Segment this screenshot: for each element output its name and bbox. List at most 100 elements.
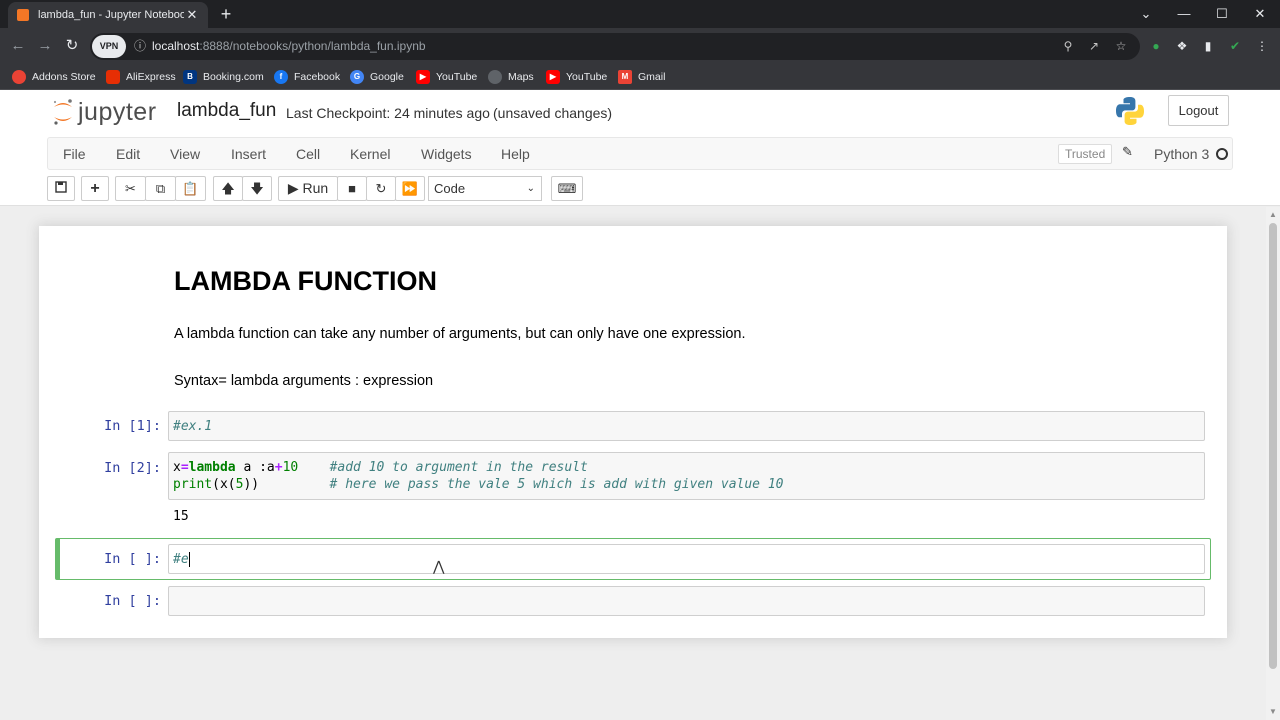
site-info-icon[interactable]: ⓘ xyxy=(132,38,148,54)
scroll-down-arrow-icon[interactable]: ▼ xyxy=(1269,707,1277,716)
cut-button[interactable]: ✂ xyxy=(115,176,146,201)
bookmark-booking[interactable]: B Booking.com xyxy=(183,69,264,85)
copy-icon: ⧉ xyxy=(155,181,166,196)
menu-edit[interactable]: Edit xyxy=(116,146,140,162)
google-icon: G xyxy=(350,70,364,84)
paste-icon: 📋 xyxy=(182,181,199,196)
tab-search-icon[interactable]: ⌄ xyxy=(1128,0,1164,28)
edit-mode-pencil-icon: ✎ xyxy=(1122,144,1133,159)
bookmark-maps[interactable]: Maps xyxy=(488,69,534,85)
youtube-icon: ▶ xyxy=(546,70,560,84)
paste-button[interactable]: 📋 xyxy=(175,176,206,201)
booking-icon: B xyxy=(183,70,197,84)
menu-kernel[interactable]: Kernel xyxy=(350,146,390,162)
notebook-name[interactable]: lambda_fun xyxy=(177,100,276,122)
maximize-button[interactable]: ☐ xyxy=(1204,0,1240,28)
command-palette-button[interactable]: ⌨ xyxy=(551,176,583,201)
autosave-status: (unsaved changes) xyxy=(493,105,613,121)
markdown-paragraph: A lambda function can take any number of… xyxy=(174,326,746,342)
bookmark-aliexpress[interactable]: AliExpress xyxy=(106,69,176,85)
arrow-up-icon: 🡅 xyxy=(221,181,235,196)
scroll-up-arrow-icon[interactable]: ▲ xyxy=(1269,210,1277,219)
save-button[interactable] xyxy=(47,176,75,201)
restart-icon: ↻ xyxy=(375,181,387,196)
cell-prompt: In [1]: xyxy=(104,418,161,434)
trusted-indicator[interactable]: Trusted xyxy=(1058,144,1113,164)
move-down-button[interactable]: 🡇 xyxy=(242,176,272,201)
menu-file[interactable]: File xyxy=(63,146,86,162)
zoom-icon[interactable]: ⚲ xyxy=(1060,38,1076,54)
code-cell-input[interactable]: #ex.1 xyxy=(168,411,1205,441)
logout-button[interactable]: Logout xyxy=(1168,95,1229,126)
page-scrollbar[interactable]: ▲ ▼ xyxy=(1266,207,1280,720)
code-cell-input[interactable]: x=lambda a :a+10 #add 10 to argument in … xyxy=(168,452,1205,500)
kernel-name[interactable]: Python 3 xyxy=(1154,146,1209,162)
bookmark-addons-store[interactable]: Addons Store xyxy=(12,69,96,85)
insert-cell-button[interactable]: + xyxy=(81,176,109,201)
cell-output: 15 xyxy=(173,509,189,524)
checkpoint-status: Last Checkpoint: 24 minutes ago xyxy=(286,105,490,121)
plus-icon: + xyxy=(90,180,100,197)
browser-tab[interactable]: lambda_fun - Jupyter Notebook ✕ xyxy=(8,2,208,28)
chrome-store-icon xyxy=(12,70,26,84)
chrome-menu-icon[interactable]: ⋮ xyxy=(1254,38,1270,54)
text-caret xyxy=(188,552,190,567)
jupyter-logo[interactable]: jupyter xyxy=(52,98,157,126)
menu-insert[interactable]: Insert xyxy=(231,146,266,162)
menu-bar: File Edit View Insert Cell Kernel Widget… xyxy=(47,137,1233,170)
bookmarks-bar: Addons Store AliExpress B Booking.com f … xyxy=(0,64,1280,90)
python-logo-icon xyxy=(1116,97,1144,125)
menu-help[interactable]: Help xyxy=(501,146,530,162)
markdown-syntax: Syntax= lambda arguments : expression xyxy=(174,373,434,389)
minimize-button[interactable]: — xyxy=(1166,0,1202,28)
fast-forward-icon: ⏩ xyxy=(401,181,419,196)
address-bar[interactable]: VPN ⓘ localhost:8888/notebooks/python/la… xyxy=(90,33,1140,60)
back-arrow-icon[interactable]: ← xyxy=(8,36,28,56)
menu-widgets[interactable]: Widgets xyxy=(421,146,472,162)
extension-check-icon[interactable]: ✔ xyxy=(1227,38,1243,54)
active-code-cell-input[interactable]: #e xyxy=(168,544,1205,574)
run-label: Run xyxy=(302,180,329,196)
tab-close-icon[interactable]: ✕ xyxy=(184,7,200,23)
share-icon[interactable]: ↗ xyxy=(1086,38,1102,54)
bookmark-facebook[interactable]: f Facebook xyxy=(274,69,340,85)
reload-icon[interactable]: ↻ xyxy=(62,36,82,56)
bookmark-youtube-1[interactable]: ▶ YouTube xyxy=(416,69,477,85)
kernel-idle-indicator-icon xyxy=(1216,148,1228,160)
bookmark-google[interactable]: G Google xyxy=(350,69,404,85)
restart-button[interactable]: ↻ xyxy=(366,176,396,201)
menu-cell[interactable]: Cell xyxy=(296,146,320,162)
move-up-button[interactable]: 🡅 xyxy=(213,176,243,201)
empty-code-cell-input[interactable] xyxy=(168,586,1205,616)
menu-view[interactable]: View xyxy=(170,146,200,162)
window-close-button[interactable]: ✕ xyxy=(1242,0,1278,28)
jupyter-logo-icon xyxy=(53,99,72,125)
copy-button[interactable]: ⧉ xyxy=(145,176,176,201)
interrupt-button[interactable]: ■ xyxy=(337,176,367,201)
cell-prompt: In [ ]: xyxy=(104,551,161,567)
facebook-icon: f xyxy=(274,70,288,84)
arrow-down-icon: 🡇 xyxy=(250,181,264,196)
jupyter-header: jupyter lambda_fun Last Checkpoint: 24 m… xyxy=(0,90,1280,206)
extensions-puzzle-icon[interactable]: ❖ xyxy=(1174,38,1190,54)
scrollbar-thumb[interactable] xyxy=(1269,223,1277,669)
extension-shield-icon[interactable]: ● xyxy=(1148,38,1164,54)
side-panel-icon[interactable]: ▮ xyxy=(1200,38,1216,54)
youtube-icon: ▶ xyxy=(416,70,430,84)
bookmark-gmail[interactable]: M Gmail xyxy=(618,69,665,85)
cell-type-select[interactable]: Code ⌄ xyxy=(428,176,542,201)
browser-tab-bar: lambda_fun - Jupyter Notebook ✕ + ⌄ — ☐ … xyxy=(0,0,1280,28)
restart-run-all-button[interactable]: ⏩ xyxy=(395,176,425,201)
bookmark-youtube-2[interactable]: ▶ YouTube xyxy=(546,69,607,85)
forward-arrow-icon[interactable]: → xyxy=(35,36,55,56)
bookmark-star-icon[interactable]: ☆ xyxy=(1113,38,1129,54)
run-button[interactable]: ▶ Run xyxy=(278,176,338,201)
save-icon xyxy=(55,181,67,193)
mouse-ibeam-cursor-icon: ⋀ xyxy=(433,559,445,575)
new-tab-button[interactable]: + xyxy=(216,4,236,24)
browser-toolbar: ← → ↻ VPN ⓘ localhost:8888/notebooks/pyt… xyxy=(0,28,1280,64)
aliexpress-icon xyxy=(106,70,120,84)
url-text[interactable]: localhost:8888/notebooks/python/lambda_f… xyxy=(152,39,426,53)
chevron-down-icon: ⌄ xyxy=(526,183,535,194)
vpn-icon[interactable]: VPN xyxy=(92,35,126,58)
